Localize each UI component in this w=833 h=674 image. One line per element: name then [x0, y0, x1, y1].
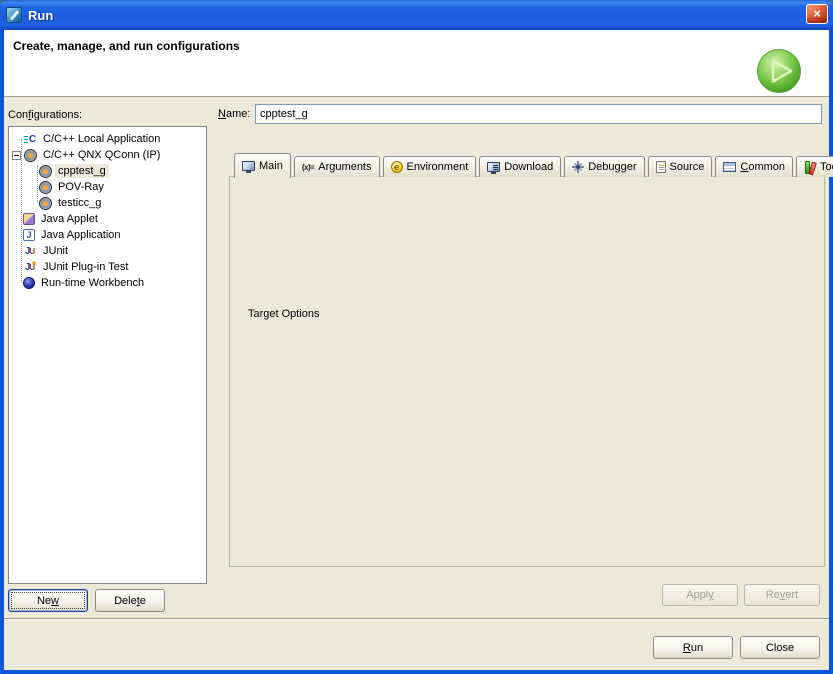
new-button[interactable]: New — [8, 589, 88, 612]
name-input[interactable] — [255, 104, 822, 124]
configurations-label: Configurations: — [8, 109, 82, 121]
qnx-gear-icon — [39, 165, 52, 178]
tab-tools[interactable]: Tools — [796, 156, 833, 177]
tree-item-junit-plugin-test[interactable]: JUnit Plug-in Test — [9, 259, 206, 275]
close-button[interactable]: Close — [740, 636, 820, 659]
qnx-gear-icon — [39, 197, 52, 210]
apply-button[interactable]: Apply — [662, 584, 738, 606]
tree-item-qnx-qconn[interactable]: C/C++ QNX QConn (IP) — [9, 147, 206, 163]
c-cpp-local-application-icon — [23, 133, 37, 146]
close-icon[interactable]: × — [806, 4, 828, 24]
revert-button[interactable]: Revert — [744, 584, 820, 606]
qnx-gear-icon — [24, 149, 37, 162]
tab-arguments[interactable]: Arguments — [294, 156, 380, 177]
name-label: Name: — [218, 108, 250, 120]
dialog-icon — [6, 7, 22, 23]
environment-icon — [391, 161, 403, 173]
monitor-icon — [242, 161, 255, 171]
tab-bar: Main Arguments Environment Download Debu… — [234, 152, 833, 177]
workbench-icon — [23, 277, 35, 289]
tree-item-runtime-workbench[interactable]: Run-time Workbench — [9, 275, 206, 291]
footer-separator — [4, 618, 829, 620]
tab-environment[interactable]: Environment — [383, 156, 477, 177]
tab-debugger[interactable]: Debugger — [564, 156, 644, 177]
download-icon — [487, 162, 500, 172]
tree-item-java-applet[interactable]: Java Applet — [9, 211, 206, 227]
tree-item-testicc-g[interactable]: testicc_g — [9, 195, 206, 211]
tree-item-cpptest-g[interactable]: cpptest_g — [9, 163, 206, 179]
delete-button[interactable]: Delete — [95, 589, 165, 612]
tab-main[interactable]: Main — [234, 153, 291, 178]
dialog-body: Create, manage, and run configurations C… — [4, 30, 829, 670]
run-dialog: Run × Create, manage, and run configurat… — [0, 0, 833, 674]
title-bar[interactable]: Run × — [0, 0, 833, 30]
junit-plugin-icon — [23, 261, 37, 274]
junit-icon — [23, 245, 37, 258]
arguments-icon — [302, 163, 314, 172]
run-button[interactable]: Run — [653, 636, 733, 659]
banner: Create, manage, and run configurations — [4, 30, 829, 97]
tab-source[interactable]: Source — [648, 156, 713, 177]
window-title: Run — [28, 8, 53, 23]
main-tab-panel — [229, 176, 825, 567]
run-play-icon — [756, 48, 802, 94]
configurations-tree[interactable]: C/C++ Local Application C/C++ QNX QConn … — [8, 126, 207, 584]
tools-icon — [804, 161, 816, 174]
source-icon — [656, 161, 666, 173]
common-icon — [723, 162, 736, 172]
tab-common[interactable]: Common — [715, 156, 793, 177]
tree-item-pov-ray[interactable]: POV-Ray — [9, 179, 206, 195]
tree-item-c-cpp-local-application[interactable]: C/C++ Local Application — [9, 131, 206, 147]
qnx-gear-icon — [39, 181, 52, 194]
tab-download[interactable]: Download — [479, 156, 561, 177]
tree-item-java-application[interactable]: Java Application — [9, 227, 206, 243]
tree-item-junit[interactable]: JUnit — [9, 243, 206, 259]
java-applet-icon — [23, 213, 35, 225]
banner-subtitle: Create, manage, and run configurations — [13, 39, 240, 53]
java-application-icon — [23, 229, 35, 241]
debugger-icon — [572, 161, 584, 173]
collapse-expander-icon[interactable] — [12, 151, 21, 160]
target-options-title: Target Options — [244, 308, 324, 320]
